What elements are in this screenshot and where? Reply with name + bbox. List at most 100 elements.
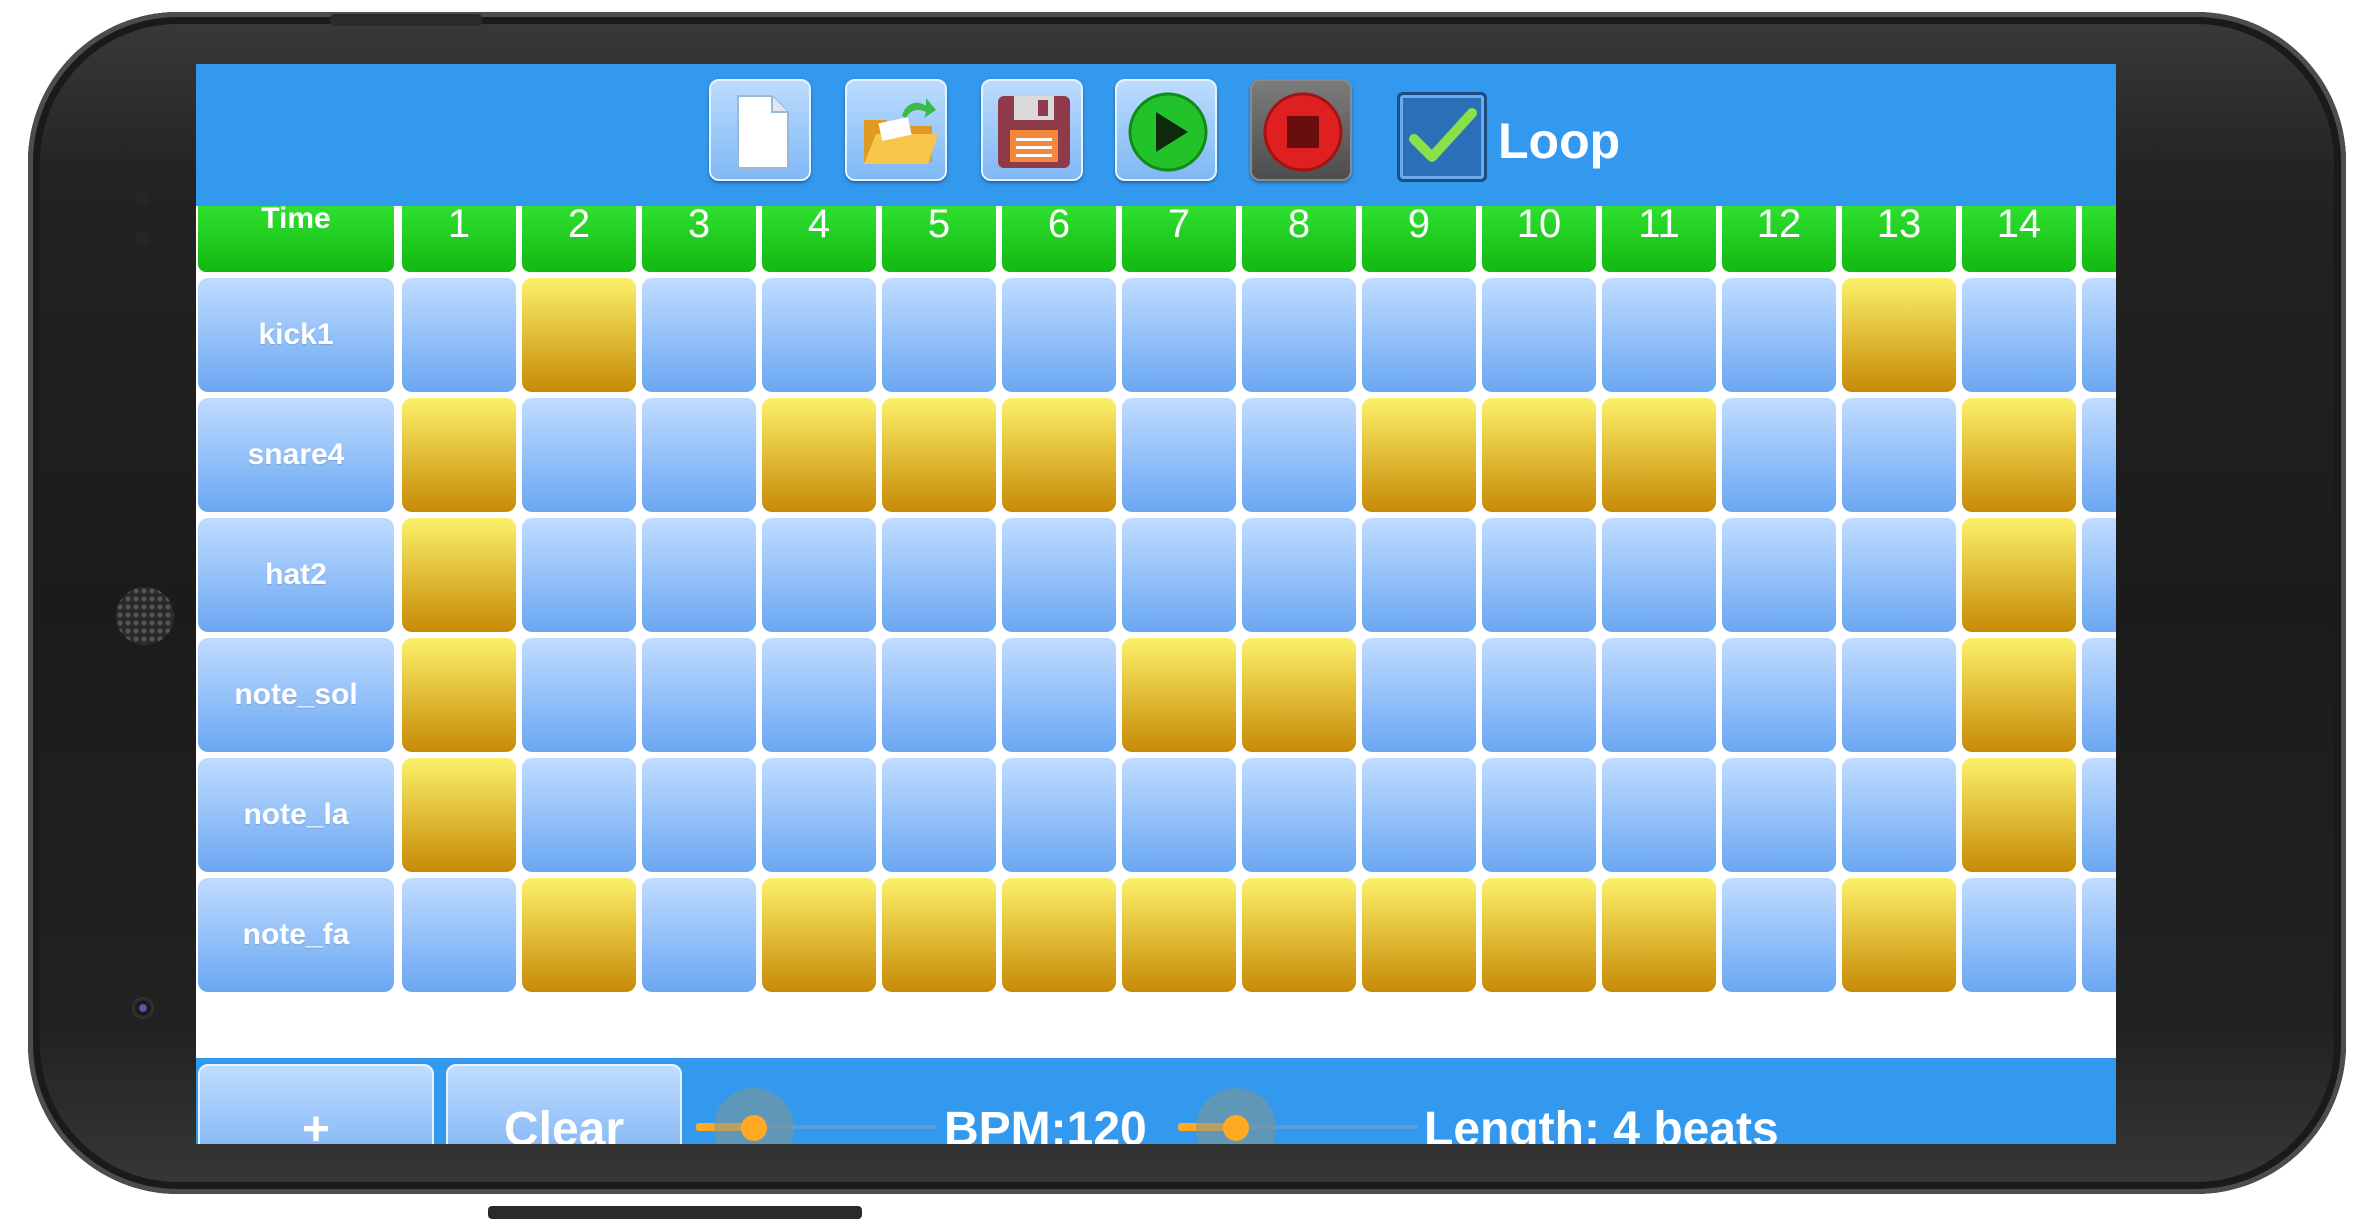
track-label-snare4[interactable]: snare4	[198, 398, 394, 512]
step-cell[interactable]	[1962, 278, 2076, 392]
step-cell[interactable]	[1602, 278, 1716, 392]
step-cell[interactable]	[522, 518, 636, 632]
step-cell[interactable]	[1482, 878, 1596, 992]
step-cell[interactable]	[1602, 398, 1716, 512]
step-cell[interactable]	[762, 278, 876, 392]
step-cell[interactable]	[1122, 758, 1236, 872]
step-cell[interactable]	[1842, 878, 1956, 992]
step-cell[interactable]	[1122, 518, 1236, 632]
step-cell[interactable]	[1482, 278, 1596, 392]
step-cell[interactable]	[1242, 398, 1356, 512]
length-slider[interactable]	[1178, 1078, 1418, 1144]
step-cell[interactable]	[882, 398, 996, 512]
step-cell[interactable]	[1722, 398, 1836, 512]
step-cell[interactable]	[1482, 518, 1596, 632]
step-cell[interactable]	[642, 638, 756, 752]
step-cell[interactable]	[882, 638, 996, 752]
step-cell[interactable]	[762, 638, 876, 752]
length-slider-thumb[interactable]	[1223, 1115, 1249, 1141]
step-cell[interactable]	[642, 398, 756, 512]
step-cell[interactable]	[1482, 758, 1596, 872]
step-cell-partial[interactable]	[2082, 878, 2116, 992]
step-cell[interactable]	[1362, 878, 1476, 992]
step-cell[interactable]	[1602, 878, 1716, 992]
step-cell[interactable]	[1002, 878, 1116, 992]
step-cell[interactable]	[402, 398, 516, 512]
step-cell[interactable]	[762, 878, 876, 992]
step-cell[interactable]	[1362, 398, 1476, 512]
step-cell[interactable]	[1122, 398, 1236, 512]
step-cell[interactable]	[882, 758, 996, 872]
step-cell-partial[interactable]	[2082, 638, 2116, 752]
step-cell[interactable]	[1842, 758, 1956, 872]
step-cell[interactable]	[762, 518, 876, 632]
step-cell[interactable]	[642, 878, 756, 992]
step-cell[interactable]	[1602, 518, 1716, 632]
step-cell[interactable]	[402, 518, 516, 632]
step-cell[interactable]	[1362, 278, 1476, 392]
step-cell[interactable]	[522, 758, 636, 872]
step-cell[interactable]	[522, 878, 636, 992]
track-label-note_sol[interactable]: note_sol	[198, 638, 394, 752]
step-cell-partial[interactable]	[2082, 278, 2116, 392]
clear-button[interactable]: Clear	[446, 1064, 682, 1144]
bpm-slider-thumb[interactable]	[741, 1115, 767, 1141]
step-cell[interactable]	[1002, 398, 1116, 512]
track-label-kick1[interactable]: kick1	[198, 278, 394, 392]
step-cell[interactable]	[1002, 638, 1116, 752]
step-cell[interactable]	[1362, 518, 1476, 632]
loop-checkbox[interactable]	[1397, 92, 1487, 182]
step-cell[interactable]	[1002, 278, 1116, 392]
step-cell[interactable]	[1962, 638, 2076, 752]
step-cell[interactable]	[402, 638, 516, 752]
step-cell[interactable]	[882, 878, 996, 992]
step-cell[interactable]	[1482, 398, 1596, 512]
track-label-note_fa[interactable]: note_fa	[198, 878, 394, 992]
step-cell[interactable]	[1842, 638, 1956, 752]
save-button[interactable]	[981, 79, 1083, 181]
step-cell-partial[interactable]	[2082, 758, 2116, 872]
step-cell[interactable]	[1842, 278, 1956, 392]
step-cell[interactable]	[1362, 638, 1476, 752]
step-cell[interactable]	[1362, 758, 1476, 872]
step-cell[interactable]	[402, 878, 516, 992]
step-cell[interactable]	[522, 398, 636, 512]
step-cell[interactable]	[1722, 518, 1836, 632]
step-cell-partial[interactable]	[2082, 518, 2116, 632]
step-cell[interactable]	[1602, 638, 1716, 752]
step-cell[interactable]	[1242, 518, 1356, 632]
step-cell[interactable]	[1122, 278, 1236, 392]
step-cell[interactable]	[762, 398, 876, 512]
step-cell[interactable]	[1962, 518, 2076, 632]
step-cell-partial[interactable]	[2082, 398, 2116, 512]
step-cell[interactable]	[1842, 398, 1956, 512]
step-cell[interactable]	[1722, 758, 1836, 872]
step-cell[interactable]	[1242, 878, 1356, 992]
step-cell[interactable]	[1962, 758, 2076, 872]
step-cell[interactable]	[522, 278, 636, 392]
step-cell[interactable]	[1962, 398, 2076, 512]
step-cell[interactable]	[1722, 638, 1836, 752]
step-cell[interactable]	[1722, 878, 1836, 992]
step-cell[interactable]	[522, 638, 636, 752]
step-cell[interactable]	[1242, 278, 1356, 392]
add-track-button[interactable]: +	[198, 1064, 434, 1144]
step-cell[interactable]	[1482, 638, 1596, 752]
step-cell[interactable]	[1962, 878, 2076, 992]
step-cell[interactable]	[1242, 638, 1356, 752]
step-cell[interactable]	[642, 278, 756, 392]
step-cell[interactable]	[642, 758, 756, 872]
step-cell[interactable]	[1242, 758, 1356, 872]
step-cell[interactable]	[882, 518, 996, 632]
open-button[interactable]	[845, 79, 947, 181]
track-label-note_la[interactable]: note_la	[198, 758, 394, 872]
step-cell[interactable]	[402, 278, 516, 392]
step-cell[interactable]	[1602, 758, 1716, 872]
step-cell[interactable]	[1842, 518, 1956, 632]
step-cell[interactable]	[402, 758, 516, 872]
step-cell[interactable]	[1722, 278, 1836, 392]
play-button[interactable]	[1115, 79, 1217, 181]
new-button[interactable]	[709, 79, 811, 181]
step-cell[interactable]	[1122, 638, 1236, 752]
step-cell[interactable]	[882, 278, 996, 392]
